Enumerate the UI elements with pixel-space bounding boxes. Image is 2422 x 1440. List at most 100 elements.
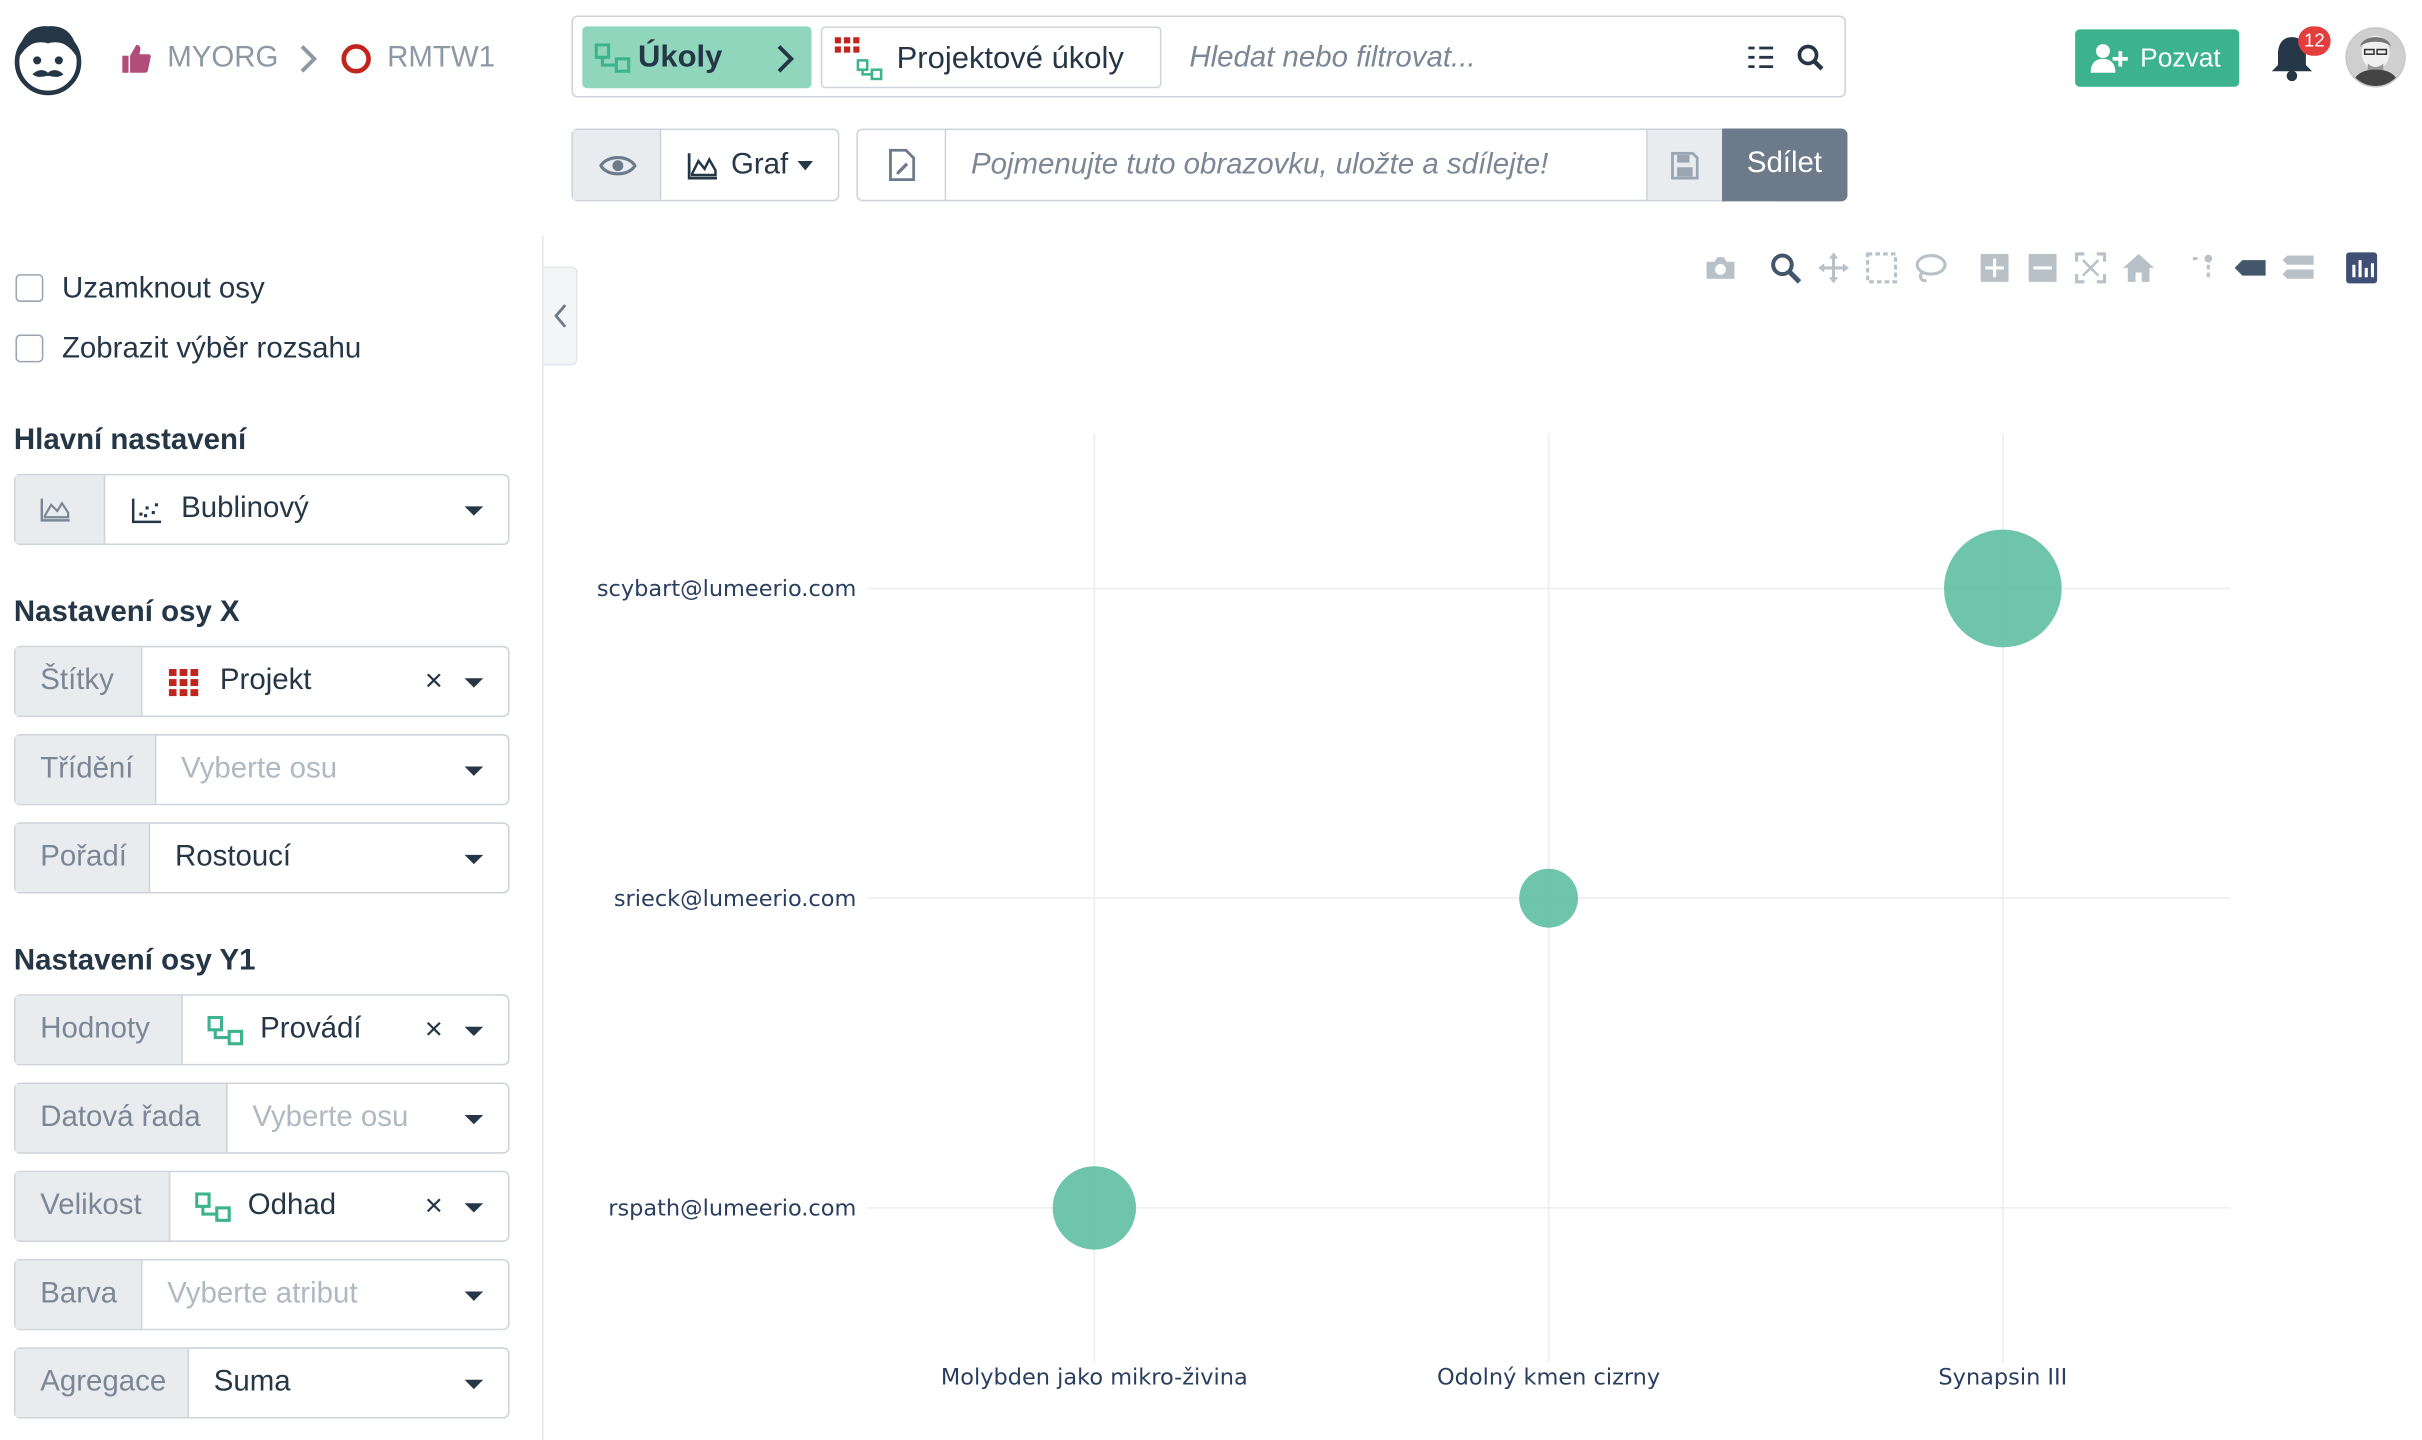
view-type-label: Graf [730, 148, 789, 182]
view-name-input[interactable]: Pojmenujte tuto obrazovku, uložte a sdíl… [971, 149, 1548, 183]
file-button[interactable] [858, 130, 947, 200]
x-sort-select[interactable]: Třídění Vyberte osu [13, 734, 510, 806]
search-bar[interactable]: Úkoly Projektové úkoly Hledat nebo filtr… [571, 15, 1846, 98]
y-aggregation-prefix: Agregace [15, 1348, 189, 1417]
area-chart-icon [40, 498, 70, 522]
y-tick-label: rspath@lumeerio.com [608, 1196, 856, 1222]
x-axis-title: Nastavení osy X [13, 596, 240, 629]
bubble-point[interactable] [1052, 1166, 1137, 1250]
y-size-select[interactable]: Velikost Odhad × [13, 1170, 510, 1242]
chevron-down-icon [464, 678, 484, 688]
bubble-point[interactable] [1944, 529, 2062, 648]
y-axis-title: Nastavení osy Y1 [13, 944, 256, 978]
tasks-icon [594, 43, 631, 73]
view-chip-label: Projektové úkoly [896, 41, 1124, 76]
x-labels-prefix: Štítky [15, 647, 143, 716]
collapse-sidebar-button[interactable] [543, 266, 578, 366]
user-plus-icon [2090, 44, 2128, 73]
hover-closest-icon[interactable] [2233, 251, 2267, 285]
view-chip[interactable]: Projektové úkoly [820, 26, 1162, 89]
clear-icon[interactable]: × [425, 1014, 443, 1045]
clear-icon[interactable]: × [425, 1191, 443, 1222]
chevron-down-icon [464, 1203, 484, 1213]
chevron-left-icon [553, 304, 566, 328]
y-series-select[interactable]: Datová řada Vyberte osu [13, 1082, 510, 1154]
main-settings-title: Hlavní nastavení [13, 424, 247, 457]
show-range-checkbox[interactable] [15, 334, 44, 363]
save-view-group: Pojmenujte tuto obrazovku, uložte a sdíl… [856, 128, 1726, 202]
lock-axes-checkbox[interactable] [15, 274, 44, 302]
zoom-in-icon[interactable] [1978, 251, 2012, 285]
tasks-icon [856, 59, 883, 81]
zoom-out-icon[interactable] [2026, 251, 2060, 285]
notification-count: 12 [2304, 29, 2325, 52]
pan-icon[interactable] [1817, 251, 1851, 285]
chart-type-select[interactable]: Bublinový [13, 473, 510, 546]
eye-toggle-button[interactable] [572, 130, 662, 200]
y-series-prefix: Datová řada [15, 1084, 228, 1153]
tasks-icon [195, 1192, 231, 1222]
chart-type-prefix [15, 475, 106, 544]
x-tick-label: Synapsin III [1938, 1364, 2067, 1390]
plotly-logo-icon[interactable] [2345, 251, 2379, 285]
chevron-down-icon [464, 1114, 484, 1125]
lock-axes-label: Uzamknout osy [61, 272, 265, 306]
avatar[interactable] [2345, 26, 2407, 88]
chevron-right-icon [300, 45, 318, 73]
share-button[interactable]: Sdílet [1722, 128, 1848, 202]
spike-icon[interactable] [2184, 251, 2218, 285]
x-sort-value: Vyberte osu [181, 752, 338, 786]
breadcrumb-project[interactable]: RMTW1 [387, 42, 495, 76]
bubble-point[interactable] [1519, 868, 1579, 928]
box-select-icon[interactable] [1865, 251, 1899, 285]
chart-type-value: Bublinový [181, 492, 309, 525]
search-input[interactable]: Hledat nebo filtrovat... [1189, 42, 1475, 76]
x-tick-label: Molybden jako mikro-živina [941, 1364, 1248, 1390]
chevron-down-icon [464, 854, 484, 865]
y-values-select[interactable]: Hodnoty Provádí × [13, 994, 510, 1066]
bubble-chart[interactable]: rspath@lumeerio.com srieck@lumeerio.com sc… [557, 372, 2415, 1425]
chevron-down-icon [797, 161, 814, 171]
share-button-label: Sdílet [1746, 147, 1823, 180]
area-chart-icon [687, 153, 718, 180]
show-range-label: Zobrazit výběr rozsahu [61, 332, 362, 366]
y-color-select[interactable]: Barva Vyberte atribut [13, 1259, 510, 1331]
x-labels-select[interactable]: Štítky Projekt × [13, 645, 510, 718]
grid-icon [168, 668, 199, 697]
chevron-down-icon [464, 1291, 484, 1301]
view-type-dropdown[interactable]: Graf [661, 130, 838, 200]
view-toggle-group: Graf [571, 128, 840, 202]
y-size-prefix: Velikost [15, 1172, 171, 1241]
autoscale-icon[interactable] [2074, 251, 2108, 285]
invite-button[interactable]: Pozvat [2075, 29, 2240, 87]
lasso-icon[interactable] [1913, 251, 1947, 285]
x-order-value: Rostoucí [174, 840, 292, 874]
y-values-value: Provádí [260, 1012, 362, 1046]
home-icon[interactable] [2122, 251, 2156, 285]
chevron-down-icon [464, 1379, 484, 1390]
hover-compare-icon[interactable] [2281, 251, 2315, 285]
clear-icon[interactable]: × [425, 666, 443, 697]
thumbs-up-icon [122, 44, 151, 73]
camera-icon[interactable] [1703, 251, 1737, 285]
search-icon[interactable] [1796, 43, 1824, 71]
collection-chip[interactable]: Úkoly [582, 26, 812, 89]
x-order-select[interactable]: Pořadí Rostoucí [13, 822, 510, 894]
notification-badge: 12 [2298, 26, 2331, 56]
sidebar-divider [542, 235, 544, 1440]
logo-icon[interactable] [12, 22, 83, 96]
zoom-icon[interactable] [1769, 251, 1803, 285]
y-aggregation-select[interactable]: Agregace Suma [13, 1347, 510, 1419]
list-icon[interactable] [1747, 45, 1775, 70]
chevron-down-icon [464, 1026, 484, 1037]
y-size-value: Odhad [247, 1189, 337, 1222]
x-labels-value: Projekt [219, 664, 312, 697]
circle-icon [341, 44, 371, 74]
breadcrumb-org[interactable]: MYORG [167, 42, 278, 76]
chevron-down-icon [464, 506, 484, 516]
scatter-icon [131, 498, 162, 524]
chevron-down-icon [464, 766, 484, 776]
tasks-icon [207, 1015, 244, 1046]
x-sort-prefix: Třídění [15, 735, 157, 804]
save-button[interactable] [1646, 130, 1724, 200]
